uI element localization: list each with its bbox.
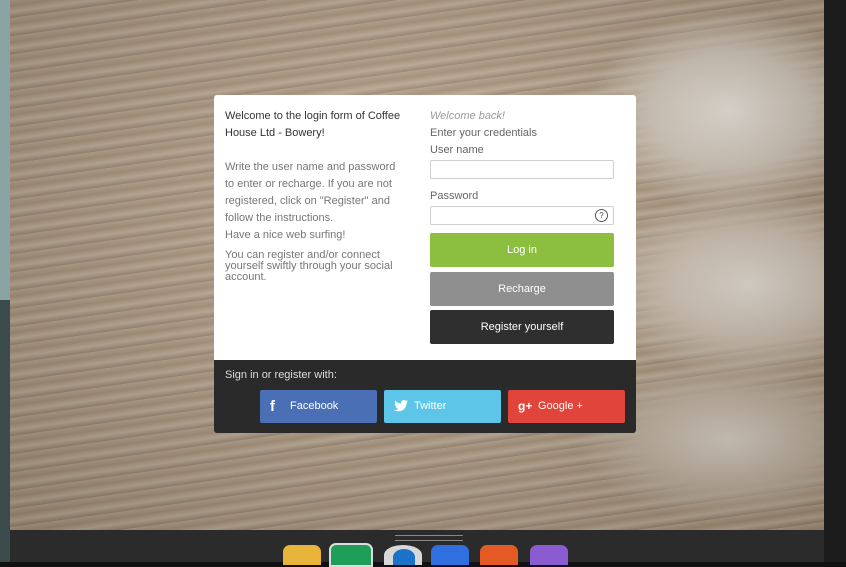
social-label: Sign in or register with:	[225, 369, 337, 381]
facebook-label: Facebook	[290, 400, 339, 412]
nice-surfing-text: Have a nice web surfing!	[225, 229, 346, 241]
left-window-edge-dark	[0, 300, 10, 562]
music-icon[interactable]	[480, 545, 518, 565]
enter-credentials-text: Enter your credentials	[430, 127, 537, 139]
browser-icon[interactable]	[384, 545, 422, 565]
instructions-text: Write the user name and password to ente…	[225, 161, 396, 224]
social-login-panel: Sign in or register with: f Facebook Twi…	[214, 360, 636, 433]
recharge-button[interactable]: Recharge	[430, 272, 614, 306]
calendar-icon[interactable]	[530, 545, 568, 565]
app-store-icon[interactable]	[431, 545, 469, 565]
twitter-label: Twitter	[414, 400, 447, 412]
credentials-column: Welcome back! Enter your credentials Use…	[430, 108, 614, 234]
info-column: Welcome to the login form of Coffee Hous…	[225, 108, 405, 283]
welcome-title: Welcome to the login form of Coffee Hous…	[225, 110, 401, 139]
google-plus-button[interactable]: g+ Google +	[508, 390, 625, 423]
messages-icon[interactable]	[329, 543, 373, 567]
username-label: User name	[430, 144, 484, 156]
password-field[interactable]: ?	[430, 206, 614, 225]
username-field[interactable]	[430, 160, 614, 179]
login-card: Welcome to the login form of Coffee Hous…	[214, 95, 636, 360]
welcome-back-text: Welcome back!	[430, 110, 505, 122]
twitter-button[interactable]: Twitter	[384, 390, 501, 423]
register-button[interactable]: Register yourself	[430, 310, 614, 344]
social-note-text: You can register and/or connect yourself…	[225, 249, 393, 283]
folder-icon[interactable]	[283, 545, 321, 565]
google-plus-icon: g+	[518, 399, 533, 413]
right-window-edge	[824, 0, 846, 562]
facebook-button[interactable]: f Facebook	[260, 390, 377, 423]
twitter-icon	[394, 390, 408, 424]
left-window-edge	[0, 0, 10, 300]
facebook-icon: f	[270, 398, 275, 415]
google-plus-label: Google +	[538, 400, 583, 412]
password-label: Password	[430, 190, 479, 202]
login-button[interactable]: Log in	[430, 233, 614, 267]
help-icon[interactable]: ?	[595, 209, 608, 222]
dock-handle[interactable]	[395, 535, 463, 541]
